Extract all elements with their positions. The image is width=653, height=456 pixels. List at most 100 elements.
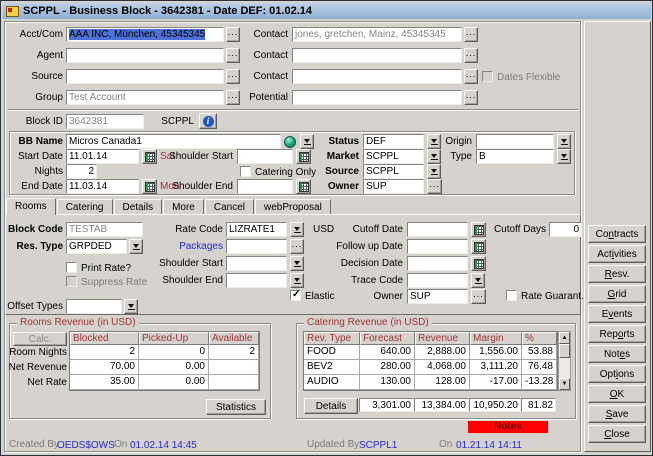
table-cell: 4,068.00 bbox=[415, 360, 470, 375]
tab-catering[interactable]: Catering bbox=[57, 199, 113, 214]
cutoff-days-label: Cutoff Days bbox=[479, 223, 546, 236]
side-button-reports[interactable]: Reports bbox=[588, 325, 646, 343]
agent-field[interactable] bbox=[66, 48, 224, 63]
side-button-ok[interactable]: OK bbox=[588, 385, 646, 403]
mnemonic-underline: O bbox=[610, 389, 618, 400]
offset-types-lov-button[interactable] bbox=[124, 299, 138, 314]
side-button-options[interactable]: Options bbox=[588, 365, 646, 383]
follow-up-date-calendar-button[interactable] bbox=[471, 239, 486, 254]
res-type-field[interactable]: GRPDED bbox=[66, 239, 127, 254]
rt-owner-browse-button[interactable] bbox=[471, 289, 486, 304]
catering-only-checkbox[interactable] bbox=[240, 166, 251, 177]
bb-source-lov-button[interactable] bbox=[427, 164, 441, 179]
side-button-notes[interactable]: Notes bbox=[588, 345, 646, 363]
cutoff-date-field[interactable] bbox=[407, 222, 468, 237]
follow-up-date-field[interactable] bbox=[407, 239, 468, 254]
mnemonic-underline: o bbox=[618, 329, 624, 340]
offset-types-field[interactable] bbox=[66, 299, 122, 314]
side-button-close[interactable]: Close bbox=[588, 425, 646, 443]
nights-field[interactable]: 2 bbox=[66, 164, 97, 179]
scroll-thumb[interactable] bbox=[559, 344, 570, 358]
decision-date-label: Decision Date bbox=[331, 257, 403, 270]
packages-field[interactable] bbox=[226, 239, 287, 254]
title-bar[interactable]: SCPPL - Business Block - 3642381 - Date … bbox=[3, 3, 651, 19]
contact3-field[interactable] bbox=[292, 69, 462, 84]
lov-arrow-icon bbox=[128, 303, 135, 310]
market-field[interactable]: SCPPL bbox=[363, 149, 424, 164]
translate-globe-icon[interactable] bbox=[284, 136, 296, 148]
packages-browse-button[interactable] bbox=[290, 239, 304, 254]
bb-source-field[interactable]: SCPPL bbox=[363, 164, 424, 179]
rooms-revenue-table: Blocked Picked-Up Available 2 0 2 70.00 … bbox=[69, 331, 260, 391]
rt-shoulder-start-field[interactable] bbox=[226, 256, 287, 271]
tab-details[interactable]: Details bbox=[114, 199, 163, 214]
rt-shoulder-end-field[interactable] bbox=[226, 273, 287, 288]
res-type-lov-button[interactable] bbox=[129, 239, 143, 254]
side-button-activities[interactable]: Activities bbox=[588, 245, 646, 263]
scroll-track[interactable] bbox=[559, 358, 570, 378]
side-button-resv[interactable]: Resv. bbox=[588, 265, 646, 283]
packages-link[interactable]: Packages bbox=[166, 240, 223, 253]
side-button-grid[interactable]: Grid bbox=[588, 285, 646, 303]
owner-field[interactable]: SUP bbox=[363, 179, 424, 194]
rate-code-field[interactable]: LIZRATE1 bbox=[226, 222, 287, 237]
statistics-button[interactable]: Statistics bbox=[206, 399, 266, 415]
acct-com-value: AAA INC, München, 45345345 bbox=[69, 29, 205, 40]
decision-date-field[interactable] bbox=[407, 256, 468, 271]
scroll-up-button[interactable] bbox=[559, 332, 570, 344]
source-field[interactable] bbox=[66, 69, 224, 84]
table-cell: 640.00 bbox=[360, 345, 415, 360]
origin-lov-button[interactable] bbox=[557, 134, 571, 149]
type-lov-button[interactable] bbox=[557, 149, 571, 164]
elastic-checkbox[interactable] bbox=[290, 290, 301, 301]
lov-arrow-icon bbox=[294, 226, 301, 233]
start-date-field[interactable]: 11.01.14 bbox=[66, 149, 139, 164]
side-button-save[interactable]: Save bbox=[588, 405, 646, 423]
acct-com-field[interactable]: AAA INC, München, 45345345 bbox=[66, 27, 224, 42]
tab-rooms[interactable]: Rooms bbox=[6, 198, 56, 215]
rate-guarant-label: Rate Guarant. bbox=[521, 290, 583, 303]
rt-owner-field[interactable]: SUP bbox=[407, 289, 468, 304]
tab-cancel[interactable]: Cancel bbox=[205, 199, 254, 214]
tab-more[interactable]: More bbox=[163, 199, 204, 214]
potential-field[interactable] bbox=[292, 90, 462, 105]
bb-name-field[interactable]: Micros Canada1 bbox=[66, 134, 281, 149]
status-field[interactable]: DEF bbox=[363, 134, 424, 149]
contact1-browse-button[interactable] bbox=[464, 27, 478, 42]
shoulder-start-label: Shoulder Start bbox=[151, 150, 233, 163]
mnemonic-underline: i bbox=[616, 369, 618, 380]
cutoff-days-field[interactable]: 0 bbox=[549, 222, 582, 237]
trace-code-lov-button[interactable] bbox=[471, 273, 485, 288]
side-button-events[interactable]: Events bbox=[588, 305, 646, 323]
print-rate-checkbox[interactable] bbox=[66, 262, 77, 273]
rt-shoulder-end-lov-button[interactable] bbox=[290, 273, 304, 288]
owner-browse-button[interactable] bbox=[427, 179, 442, 194]
end-date-field[interactable]: 11.03.14 bbox=[66, 179, 139, 194]
rate-code-label: Rate Code bbox=[166, 223, 223, 236]
rt-shoulder-start-lov-button[interactable] bbox=[290, 256, 304, 271]
shoulder-end-field[interactable] bbox=[237, 179, 293, 194]
program-label: SCPPL bbox=[151, 115, 194, 128]
tab-webproposal[interactable]: webProposal bbox=[255, 199, 331, 214]
type-field[interactable]: B bbox=[476, 149, 554, 164]
scroll-down-button[interactable] bbox=[559, 378, 570, 390]
rt-shoulder-end-label: Shoulder End bbox=[151, 274, 223, 287]
rate-guarant-checkbox[interactable] bbox=[506, 290, 517, 301]
contact3-browse-button[interactable] bbox=[464, 69, 478, 84]
group-label: Group bbox=[3, 91, 63, 104]
decision-date-calendar-button[interactable] bbox=[471, 256, 486, 271]
catering-table-scrollbar[interactable] bbox=[558, 331, 571, 391]
contact2-browse-button[interactable] bbox=[464, 48, 478, 63]
rate-code-lov-button[interactable] bbox=[290, 222, 304, 237]
shoulder-start-field[interactable] bbox=[237, 149, 293, 164]
trace-code-field[interactable] bbox=[407, 273, 468, 288]
origin-field[interactable] bbox=[476, 134, 554, 149]
side-button-contracts[interactable]: Contracts bbox=[588, 225, 646, 243]
calc-button[interactable]: Calc. bbox=[13, 332, 67, 346]
side-button-panel: Contracts Activities Resv. Grid Events Report… bbox=[588, 225, 646, 443]
info-button[interactable] bbox=[199, 113, 217, 129]
details-button[interactable]: Details bbox=[304, 398, 358, 414]
contact2-field[interactable] bbox=[292, 48, 462, 63]
rooms-col-pickedup: Picked-Up bbox=[139, 332, 209, 345]
potential-browse-button[interactable] bbox=[464, 90, 478, 105]
